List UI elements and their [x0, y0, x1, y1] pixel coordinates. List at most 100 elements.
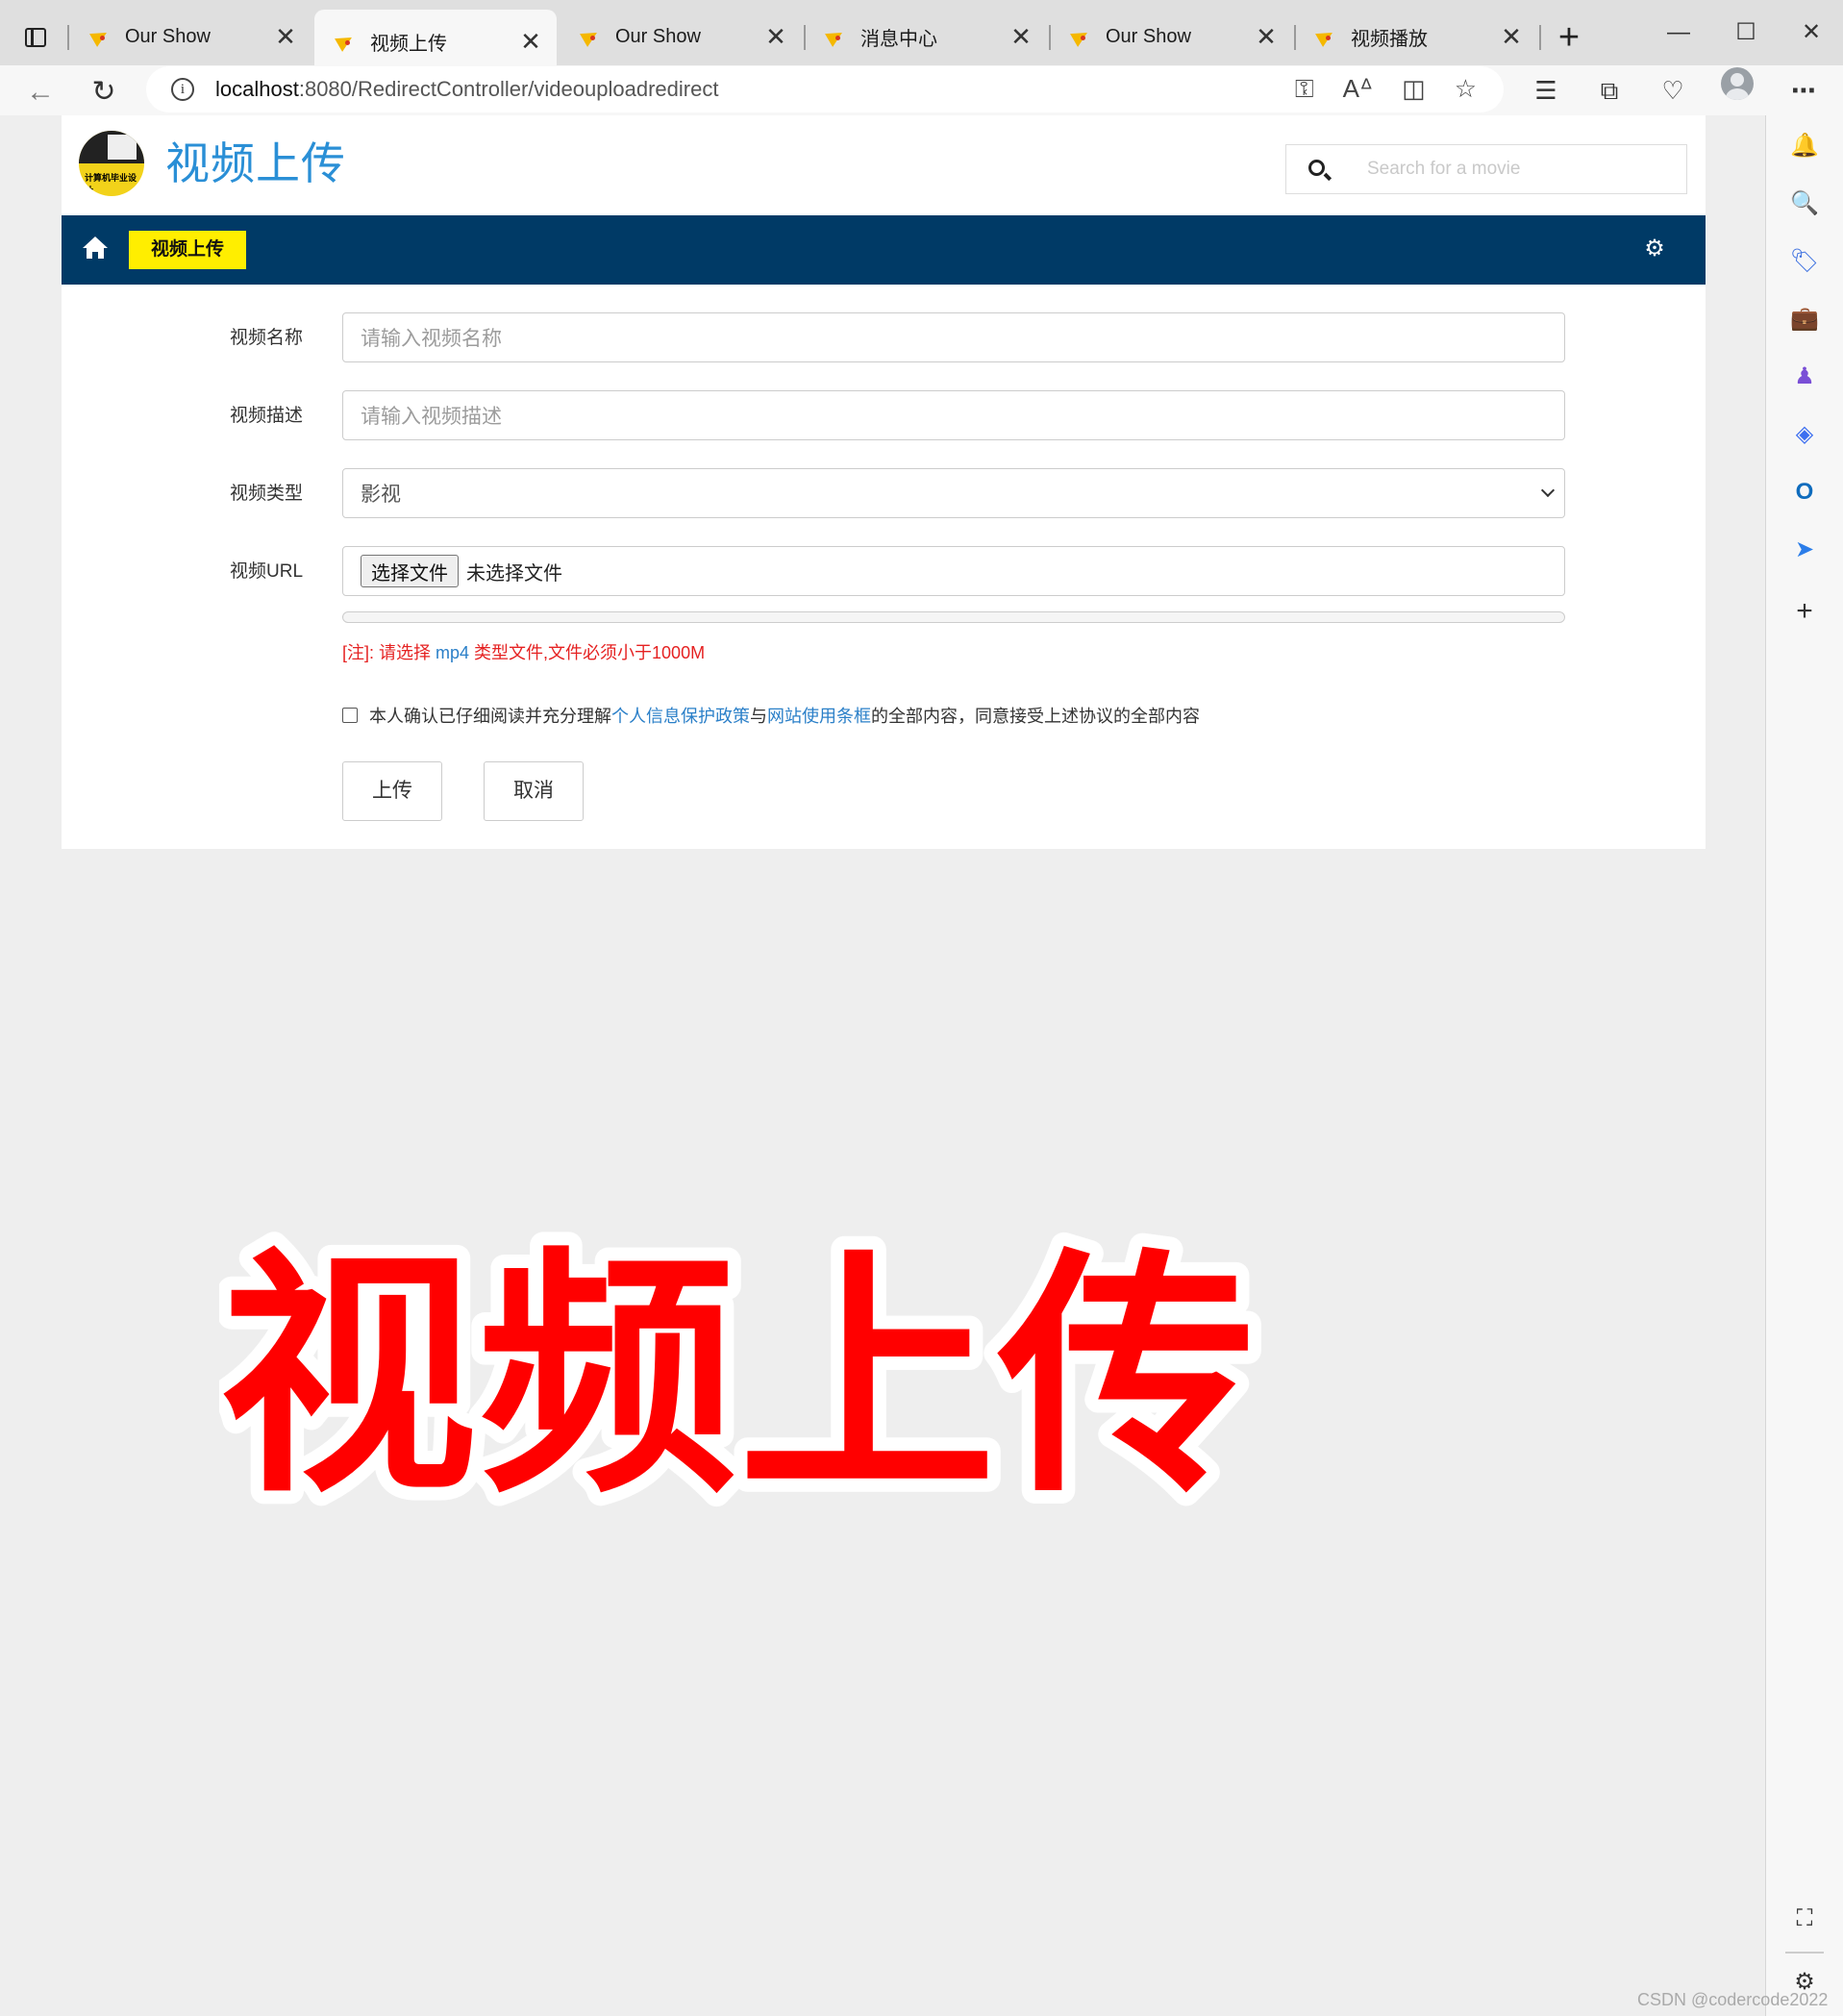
tab-our-show-1[interactable]: Our Show ✕: [69, 12, 311, 62]
maximize-icon[interactable]: ☐: [1717, 13, 1775, 52]
favorites-list-icon[interactable]: ☰: [1527, 71, 1565, 110]
site-favicon-icon: [581, 27, 600, 46]
tab-close-icon[interactable]: ✕: [1007, 24, 1035, 49]
watermark: CSDN @codercode2022: [1637, 1990, 1829, 2009]
collections-icon[interactable]: ⧉: [1590, 71, 1629, 110]
window-close-icon[interactable]: ✕: [1782, 13, 1840, 52]
screenshot-icon[interactable]: ⛶: [1789, 1904, 1820, 1934]
add-sidebar-app-icon[interactable]: +: [1789, 596, 1820, 627]
url-path: :8080/RedirectController/videouploadredi…: [298, 77, 719, 101]
url-host: localhost: [215, 77, 299, 101]
upload-card: 计算机毕业设计 视频上传 视频上传 ⚙ 视频名称 请输入视频名称 视频描述 请输…: [62, 115, 1706, 849]
main-navbar: 视频上传 ⚙: [62, 215, 1706, 285]
new-tab-button[interactable]: +: [1550, 19, 1588, 58]
overlay-caption-svg: 视频上传 视频上传: [206, 1214, 1269, 1541]
video-type-value: 影视: [361, 484, 401, 506]
tab-actions-icon: [25, 28, 46, 47]
site-logo[interactable]: 计算机毕业设计: [79, 131, 144, 196]
edge-sidebar: 🔔 🔍 🏷 💼 ♟ ◈ O ➤ + ⛶ ⚙: [1765, 115, 1843, 2016]
upload-button[interactable]: 上传: [342, 761, 442, 821]
note-prefix: [注]: 请选择: [342, 643, 436, 662]
overlay-caption: 视频上传 视频上传: [206, 1214, 1286, 1541]
search-input[interactable]: [1346, 159, 1686, 180]
video-desc-placeholder: 请输入视频描述: [361, 406, 502, 428]
site-favicon-icon: [826, 27, 845, 46]
nav-item-video-upload[interactable]: 视频上传: [129, 231, 246, 269]
agreement-text: 本人确认已仔细阅读并充分理解: [369, 707, 611, 726]
tab-title: 视频上传: [370, 33, 447, 55]
browser-essentials-icon[interactable]: ♡: [1654, 71, 1692, 110]
video-url-label: 视频URL: [230, 561, 304, 582]
password-key-icon[interactable]: ⚿: [1295, 74, 1314, 105]
file-status: 未选择文件: [466, 562, 562, 585]
tab-close-icon[interactable]: ✕: [516, 29, 545, 54]
privacy-policy-link[interactable]: 个人信息保护政策: [611, 703, 750, 728]
more-menu-icon[interactable]: ⋯: [1784, 71, 1823, 110]
tools-briefcase-icon[interactable]: 💼: [1789, 304, 1820, 335]
tab-close-icon[interactable]: ✕: [1252, 24, 1281, 49]
page-title: 视频上传: [165, 138, 346, 188]
video-type-select[interactable]: 影视: [342, 468, 1565, 518]
video-name-input[interactable]: 请输入视频名称: [342, 312, 1565, 362]
site-favicon-icon: [1316, 27, 1335, 46]
split-screen-icon[interactable]: ◫: [1402, 74, 1426, 105]
note-format: mp4: [436, 643, 470, 662]
choose-file-button[interactable]: 选择文件: [361, 555, 459, 587]
video-name-label: 视频名称: [230, 328, 304, 348]
sidebar-divider: [1785, 1952, 1824, 1954]
video-desc-input[interactable]: 请输入视频描述: [342, 390, 1565, 440]
agreement-row: 本人确认已仔细阅读并充分理解 个人信息保护政策 与 网站使用条框 的全部内容，同…: [342, 703, 1200, 728]
site-favicon-icon: [336, 32, 355, 51]
agreement-text: 与: [750, 707, 767, 726]
logo-window: [108, 135, 137, 160]
shopping-tag-icon[interactable]: 🏷: [1789, 246, 1820, 277]
tab-actions-button[interactable]: [15, 17, 56, 58]
browser-tab-bar: Our Show ✕ 视频上传 ✕ Our Show ✕ 消息中心 ✕ Our …: [0, 0, 1843, 73]
video-name-placeholder: 请输入视频名称: [361, 328, 502, 350]
home-icon[interactable]: [83, 236, 108, 261]
tab-title: 视频播放: [1351, 28, 1428, 50]
site-favicon-icon: [90, 27, 110, 46]
outlook-icon[interactable]: O: [1789, 477, 1820, 508]
note-suffix: 类型文件,文件必须小于1000M: [469, 643, 706, 662]
url-field[interactable]: i localhost:8080/RedirectController/vide…: [146, 66, 1504, 112]
bell-icon[interactable]: 🔔: [1789, 131, 1820, 162]
video-desc-label: 视频描述: [230, 406, 304, 426]
search-sidebar-icon[interactable]: 🔍: [1789, 188, 1820, 219]
cancel-button[interactable]: 取消: [484, 761, 584, 821]
profile-avatar[interactable]: [1721, 67, 1754, 100]
microsoft-365-icon[interactable]: ◈: [1789, 419, 1820, 450]
site-info-icon[interactable]: i: [171, 78, 194, 101]
drop-send-icon[interactable]: ➤: [1789, 535, 1820, 565]
browser-address-bar: ← ↻ i localhost:8080/RedirectController/…: [0, 65, 1843, 115]
refresh-icon[interactable]: ↻: [85, 73, 123, 112]
tab-message-center[interactable]: 消息中心 ✕: [805, 12, 1047, 62]
terms-link[interactable]: 网站使用条框: [767, 703, 871, 728]
chevron-down-icon: [1540, 483, 1556, 498]
overlay-caption-text: 视频上传: [219, 1228, 1258, 1509]
agreement-checkbox[interactable]: [342, 708, 358, 723]
tab-close-icon[interactable]: ✕: [271, 24, 300, 49]
tab-video-play[interactable]: 视频播放 ✕: [1295, 12, 1537, 62]
minimize-icon[interactable]: —: [1650, 13, 1707, 52]
read-aloud-icon[interactable]: Aᐞ: [1343, 74, 1373, 105]
logo-text: 计算机毕业设计: [85, 173, 137, 195]
site-favicon-icon: [1071, 27, 1090, 46]
tab-separator: [1539, 25, 1541, 50]
video-file-input: 选择文件 未选择文件: [342, 546, 1565, 596]
search-icon[interactable]: [1286, 157, 1346, 182]
upload-note: [注]: 请选择 mp4 类型文件,文件必须小于1000M: [342, 639, 705, 664]
movie-search-box: [1285, 144, 1687, 194]
tab-close-icon[interactable]: ✕: [1497, 24, 1526, 49]
gear-icon[interactable]: ⚙: [1644, 237, 1665, 261]
tab-our-show-3[interactable]: Our Show ✕: [1050, 12, 1292, 62]
tab-title: Our Show: [1106, 25, 1191, 47]
tab-title: Our Show: [615, 25, 701, 47]
favorite-star-icon[interactable]: ☆: [1455, 74, 1477, 105]
games-icon[interactable]: ♟: [1789, 361, 1820, 392]
tab-our-show-2[interactable]: Our Show ✕: [560, 12, 802, 62]
upload-progress-bar: [342, 611, 1565, 623]
tab-video-upload[interactable]: 视频上传 ✕: [314, 10, 557, 73]
tab-close-icon[interactable]: ✕: [761, 24, 790, 49]
back-arrow-icon[interactable]: ←: [21, 73, 60, 112]
